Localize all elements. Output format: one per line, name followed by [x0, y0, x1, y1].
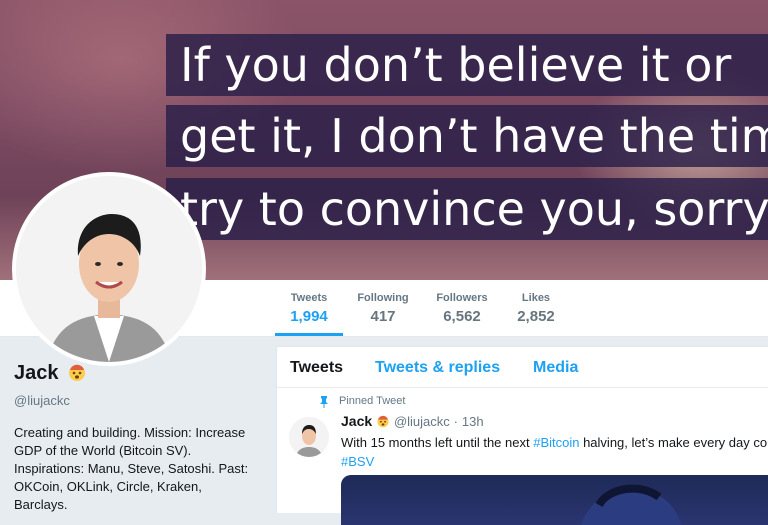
profile-name[interactable]: Jack — [14, 362, 59, 384]
stat-label: Tweets — [290, 292, 328, 304]
stat-value: 2,852 — [517, 308, 555, 325]
profile-name-row: Jack — [14, 362, 264, 387]
tweet-avatar[interactable] — [289, 417, 329, 457]
hashtag-link[interactable]: #Bitcoin — [533, 435, 579, 450]
tweet-author-name[interactable]: Jack — [341, 413, 372, 429]
hashtag-link[interactable]: #BSV — [341, 454, 374, 469]
timeline-tabs: Tweets Tweets & replies Media — [277, 347, 768, 388]
avatar-portrait-icon — [16, 176, 202, 362]
profile-card: Jack @liujackc Creating and building. Mi… — [14, 362, 264, 514]
tab-tweets-replies[interactable]: Tweets & replies — [375, 359, 500, 377]
profile-avatar[interactable] — [12, 172, 206, 366]
stat-value: 6,562 — [443, 308, 481, 325]
stat-label: Followers — [436, 292, 488, 304]
tweet-avatar-portrait-icon — [289, 417, 329, 457]
tweet-separator: · — [453, 414, 458, 429]
banner-text-line-3: try to convince you, sorry. — [166, 178, 768, 240]
tweet-text: With 15 months left until the next #Bitc… — [341, 433, 768, 471]
profile-bio: Creating and building. Mission: Increase… — [14, 425, 249, 513]
stat-likes[interactable]: Likes 2,852 — [508, 280, 564, 336]
stat-following[interactable]: Following 417 — [352, 280, 414, 336]
media-image-icon — [581, 484, 681, 525]
stat-label: Following — [357, 292, 409, 304]
tab-media[interactable]: Media — [533, 359, 578, 377]
banner-text-line-1: If you don’t believe it or — [166, 34, 768, 96]
pin-icon — [319, 395, 329, 413]
tweet-text-part: With 15 months left until the next — [341, 435, 534, 450]
tweet-time[interactable]: 13h — [462, 414, 484, 429]
tweet-author-handle[interactable]: @liujackc — [394, 414, 450, 429]
pinned-label: Pinned Tweet — [339, 395, 406, 407]
banner-text-line-2: get it, I don’t have the time — [166, 105, 768, 167]
tab-tweets[interactable]: Tweets — [290, 359, 343, 377]
exploding-head-emoji-icon — [67, 362, 87, 387]
stat-tweets[interactable]: Tweets 1,994 — [275, 280, 343, 336]
tweet-media-preview[interactable] — [341, 475, 768, 525]
profile-handle[interactable]: @liujackc — [14, 393, 264, 408]
stat-value: 1,994 — [290, 308, 328, 325]
stat-label: Likes — [521, 292, 551, 304]
timeline: Tweets Tweets & replies Media Pinned Twe… — [276, 346, 768, 525]
tweet-text-part: halving, let’s make every day cou — [579, 435, 768, 450]
stat-followers[interactable]: Followers 6,562 — [430, 280, 494, 336]
exploding-head-emoji-icon — [376, 413, 394, 429]
stat-value: 417 — [370, 308, 396, 325]
tweet-header: Jack @liujackc · 13h — [341, 413, 484, 429]
